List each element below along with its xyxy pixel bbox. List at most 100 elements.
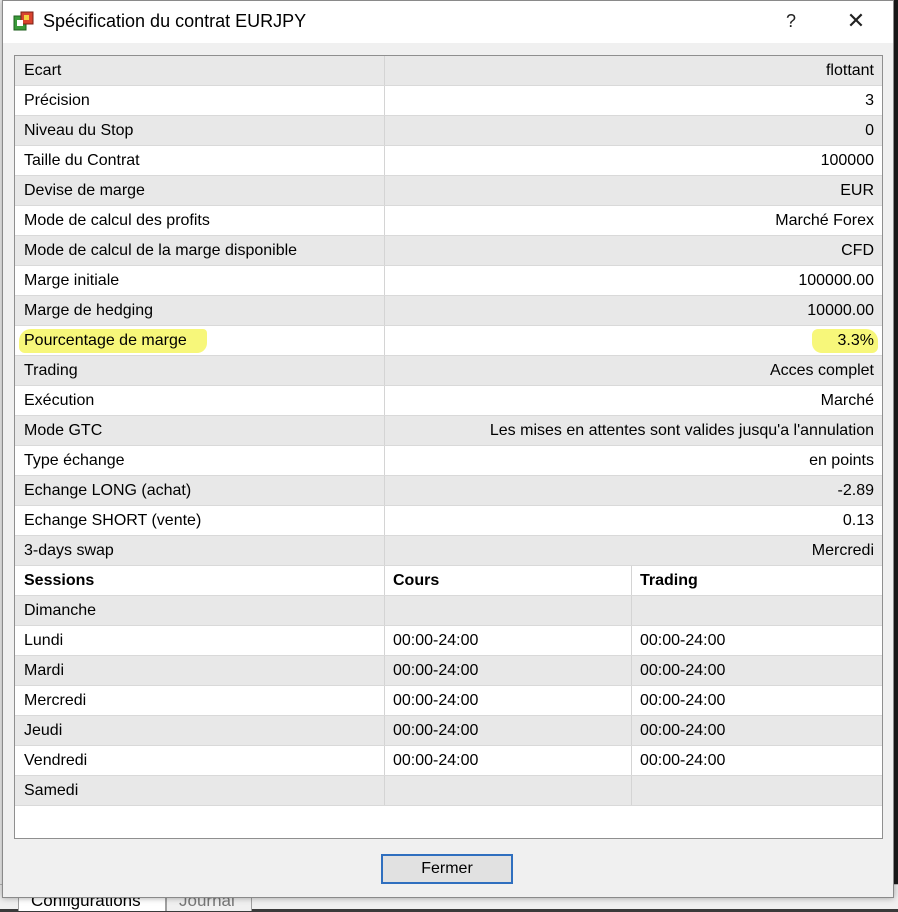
session-trading <box>632 596 882 625</box>
row-label: Trading <box>15 356 385 385</box>
row-value: Acces complet <box>385 356 882 385</box>
row-label: Type échange <box>15 446 385 475</box>
row-label: Ecart <box>15 56 385 85</box>
row-value-text: CFD <box>841 242 874 259</box>
session-trading: 00:00-24:00 <box>640 722 726 739</box>
row-label-text: Marge initiale <box>24 272 120 289</box>
spec-table: Ecart flottant Précision 3 Niveau du Stop 0 Ta… <box>14 55 883 839</box>
session-trading: 00:00-24:00 <box>640 752 726 769</box>
row-value: -2.89 <box>385 476 882 505</box>
row-value-text: 0 <box>865 122 874 139</box>
row-value: 100000.00 <box>385 266 882 295</box>
title-bar: Spécification du contrat EURJPY ? ✕ <box>3 1 893 43</box>
row-label: Marge initiale <box>15 266 385 295</box>
table-row[interactable]: Taille du Contrat 100000 <box>15 146 882 176</box>
row-label-text: Taille du Contrat <box>24 152 140 169</box>
table-row[interactable]: Pourcentage de marge 3.3% <box>15 326 882 356</box>
table-row[interactable]: Echange SHORT (vente) 0.13 <box>15 506 882 536</box>
row-value: Les mises en attentes sont valides jusqu… <box>385 416 882 445</box>
table-row[interactable]: 3-days swap Mercredi <box>15 536 882 566</box>
row-value: Marché <box>385 386 882 415</box>
session-day: Lundi <box>15 626 385 655</box>
row-label-text: Marge de hedging <box>24 302 153 319</box>
column-header: Sessions <box>15 566 385 595</box>
row-value: Mercredi <box>385 536 882 565</box>
session-cours: 00:00-24:00 <box>385 716 632 745</box>
table-row[interactable]: Exécution Marché <box>15 386 882 416</box>
row-value-text: en points <box>809 452 874 469</box>
row-label: Pourcentage de marge <box>15 326 385 355</box>
table-row[interactable]: Mode GTC Les mises en attentes sont valid… <box>15 416 882 446</box>
row-value-text: Mercredi <box>811 542 874 559</box>
row-label: Devise de marge <box>15 176 385 205</box>
row-value-text: Marché Forex <box>775 212 874 229</box>
row-label: Précision <box>15 86 385 115</box>
session-day: Mardi <box>15 656 385 685</box>
session-trading: 00:00-24:00 <box>640 632 726 649</box>
column-header: Cours <box>385 566 632 595</box>
table-row[interactable]: Mode de calcul de la marge disponible CFD <box>15 236 882 266</box>
session-cours: 00:00-24:00 <box>385 626 632 655</box>
row-value-text: 100000.00 <box>798 272 874 289</box>
table-row[interactable]: Ecart flottant <box>15 56 882 86</box>
session-day: Jeudi <box>15 716 385 745</box>
table-row[interactable]: Marge initiale 100000.00 <box>15 266 882 296</box>
row-label: Niveau du Stop <box>15 116 385 145</box>
row-value-text: 0.13 <box>842 512 874 529</box>
session-cours: 00:00-24:00 <box>385 686 632 715</box>
table-row[interactable]: Mode de calcul des profits Marché Forex <box>15 206 882 236</box>
row-label-text: Pourcentage de marge <box>24 332 187 349</box>
table-row[interactable]: Lundi 00:00-24:00 00:00-24:00 <box>15 626 882 656</box>
row-value: 0.13 <box>385 506 882 535</box>
table-row[interactable]: Type échange en points <box>15 446 882 476</box>
table-row[interactable]: Mercredi 00:00-24:00 00:00-24:00 <box>15 686 882 716</box>
app-icon <box>13 11 34 31</box>
row-label-text: Mode de calcul des profits <box>24 212 210 229</box>
row-label-text: 3-days swap <box>24 542 114 559</box>
window-title: Spécification du contrat EURJPY <box>43 11 307 31</box>
row-label: Echange LONG (achat) <box>15 476 385 505</box>
row-label-text: Exécution <box>24 392 95 409</box>
session-day: Vendredi <box>15 746 385 775</box>
session-cours <box>385 776 632 805</box>
session-cours <box>385 596 632 625</box>
row-label: Taille du Contrat <box>15 146 385 175</box>
session-cours: 00:00-24:00 <box>385 656 632 685</box>
table-row[interactable]: Dimanche <box>15 596 882 626</box>
session-day: Samedi <box>15 776 385 805</box>
table-row[interactable]: Trading Acces complet <box>15 356 882 386</box>
row-value-text: 3 <box>865 92 874 109</box>
row-label-text: Type échange <box>24 452 125 469</box>
table-row[interactable]: Niveau du Stop 0 <box>15 116 882 146</box>
row-value-text: 10000.00 <box>807 302 874 319</box>
table-row[interactable]: Devise de marge EUR <box>15 176 882 206</box>
row-label: Mode de calcul des profits <box>15 206 385 235</box>
row-value: 0 <box>385 116 882 145</box>
row-value-text: Les mises en attentes sont valides jusqu… <box>489 422 874 439</box>
row-value: 3 <box>385 86 882 115</box>
row-label: Marge de hedging <box>15 296 385 325</box>
row-label: Echange SHORT (vente) <box>15 506 385 535</box>
table-row[interactable]: Marge de hedging 10000.00 <box>15 296 882 326</box>
sessions-table: Sessions Cours Trading Dimanche Lundi 00:00-2… <box>15 566 882 806</box>
row-label: Mode GTC <box>15 416 385 445</box>
sessions-header-row: Sessions Cours Trading <box>15 566 882 596</box>
table-row[interactable]: Echange LONG (achat) -2.89 <box>15 476 882 506</box>
table-row[interactable]: Précision 3 <box>15 86 882 116</box>
table-row[interactable]: Samedi <box>15 776 882 806</box>
help-button[interactable]: ? <box>777 7 805 35</box>
table-row[interactable]: Jeudi 00:00-24:00 00:00-24:00 <box>15 716 882 746</box>
row-value: flottant <box>385 56 882 85</box>
session-day: Mercredi <box>15 686 385 715</box>
contract-spec-dialog: Spécification du contrat EURJPY ? ✕ Ecar… <box>2 0 894 898</box>
session-cours: 00:00-24:00 <box>385 746 632 775</box>
row-label: 3-days swap <box>15 536 385 565</box>
spec-rows: Ecart flottant Précision 3 Niveau du Stop 0 Ta… <box>15 56 882 566</box>
session-day: Dimanche <box>15 596 385 625</box>
fermer-button[interactable]: Fermer <box>381 854 513 884</box>
table-row[interactable]: Mardi 00:00-24:00 00:00-24:00 <box>15 656 882 686</box>
row-label: Mode de calcul de la marge disponible <box>15 236 385 265</box>
table-row[interactable]: Vendredi 00:00-24:00 00:00-24:00 <box>15 746 882 776</box>
close-icon[interactable]: ✕ <box>839 5 873 37</box>
session-trading: 00:00-24:00 <box>640 692 726 709</box>
